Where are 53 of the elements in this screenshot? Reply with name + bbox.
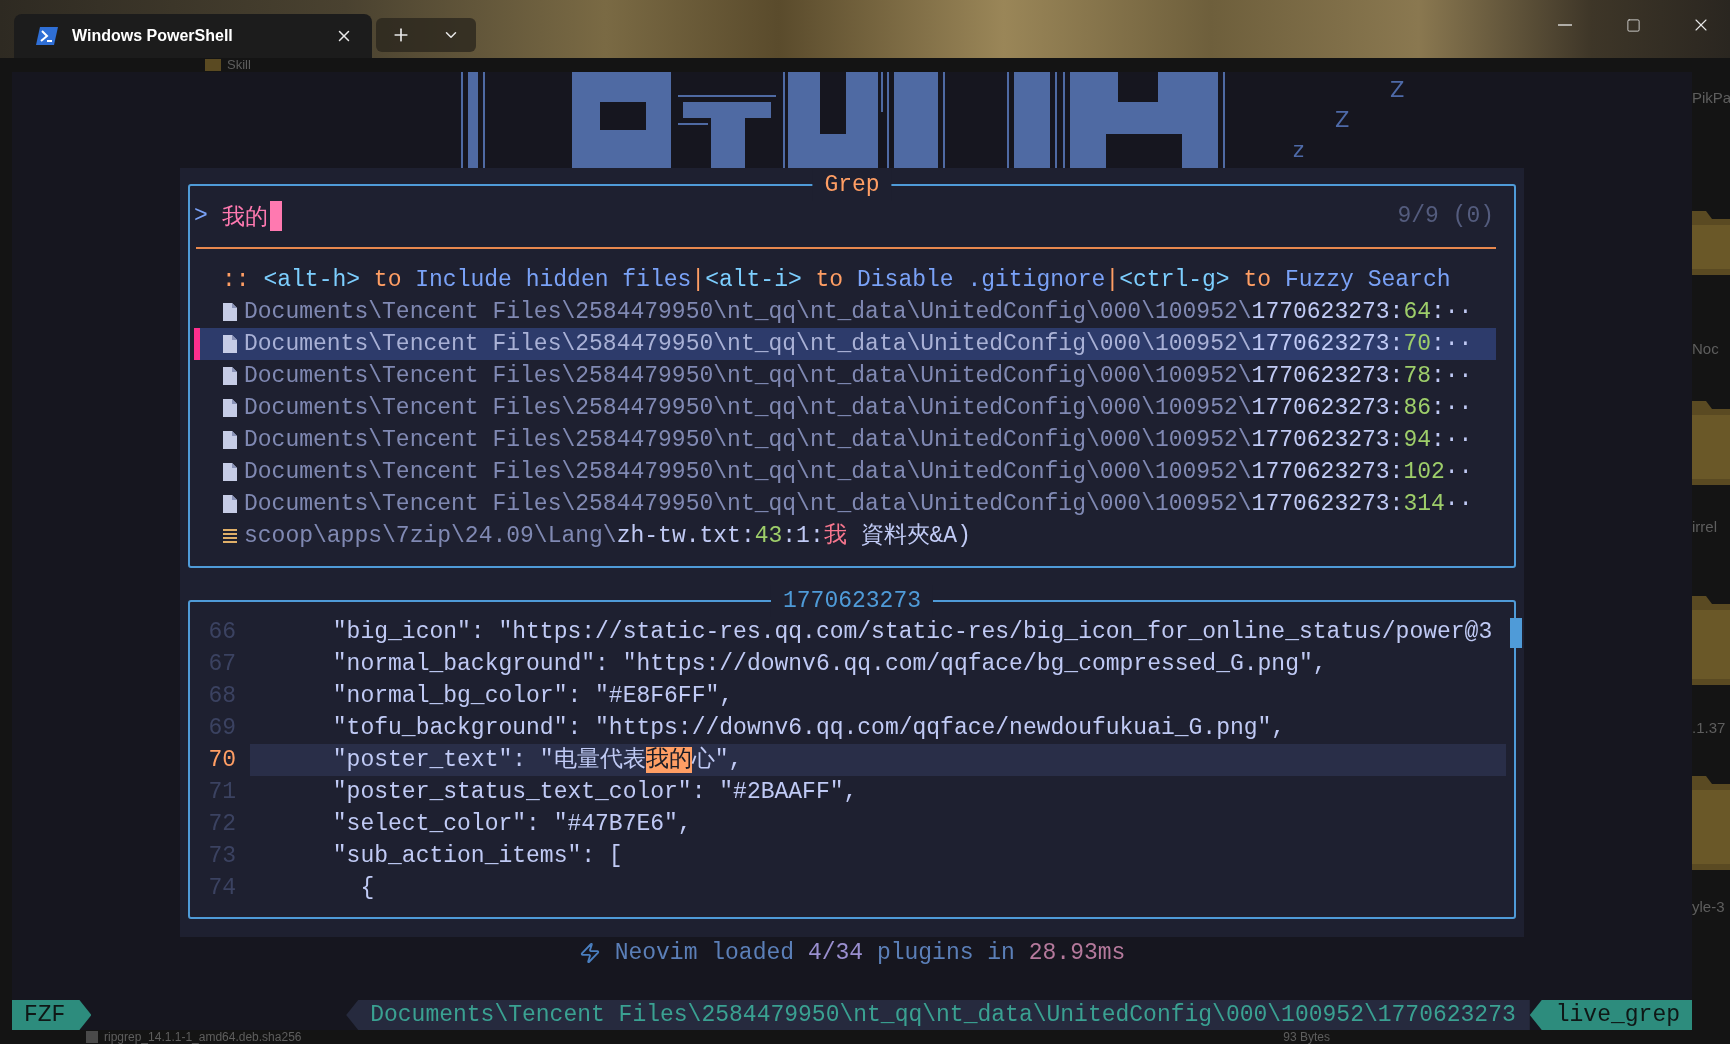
file-label: Skill (227, 58, 251, 72)
folder-icon (205, 59, 221, 71)
code-line: "normal_background": "https://downv6.qq.com/qqface/bg_compressed_G.png", (331, 650, 1328, 679)
scrollbar-thumb[interactable] (1510, 618, 1522, 648)
help-text: :: <alt-h> to Include hidden files|<alt-i> to Disable .gitignore|<ctrl-g> to Fuzzy Search (221, 266, 1452, 295)
file-path: Documents\Tencent Files\2584479950\nt_qq\nt_data\UnitedConfig\000\100952\1770623273 (346, 1000, 1530, 1030)
sleep-mark: Z (1335, 107, 1351, 134)
lines-icon (223, 529, 237, 543)
text-cursor (269, 201, 282, 231)
file-icon (223, 335, 237, 353)
search-query[interactable]: 我的 (221, 200, 268, 232)
file-label: irrel (1692, 517, 1718, 537)
file-icon (223, 399, 237, 417)
maximize-icon (1625, 17, 1641, 33)
file-size: 93 Bytes (1283, 1030, 1330, 1044)
code-line: "poster_status_text_color": "#2BAAFF", (331, 778, 859, 807)
file-label: .1.37 (1692, 718, 1727, 738)
result-item[interactable]: scoop\apps\7zip\24.09\Lang\zh-tw.txt:43:1:我 資料夾&A) (194, 520, 1496, 552)
selection-marker (194, 328, 200, 360)
code-line: "normal_bg_color": "#E8F6FF", (331, 682, 735, 711)
result-item[interactable]: Documents\Tencent Files\2584479950\nt_qq\nt_data\UnitedConfig\000\100952\1770623273:86:·· (194, 392, 1496, 424)
sleep-mark: Z (1390, 77, 1405, 104)
code-line: { (359, 874, 376, 903)
file-label: ripgrep_14.1.1-1_amd64.deb.sha256 (104, 1030, 302, 1044)
code-line: "sub_action_items": [ (331, 842, 624, 871)
result-item[interactable]: Documents\Tencent Files\2584479950\nt_qq\nt_data\UnitedConfig\000\100952\1770623273:102·· (194, 456, 1496, 488)
file-icon (223, 463, 237, 481)
sleep-mark: z (1293, 137, 1306, 164)
result-item[interactable]: Documents\Tencent Files\2584479950\nt_qq\nt_data\UnitedConfig\000\100952\1770623273:94:·· (194, 424, 1496, 456)
result-item[interactable]: Documents\Tencent Files\2584479950\nt_qq\nt_data\UnitedConfig\000\100952\1770623273:64:·· (194, 296, 1496, 328)
file-icon (86, 1031, 98, 1043)
line-number: 70 (207, 746, 236, 775)
file-label: yle-3 (1692, 897, 1726, 917)
code-line: "tofu_background": "https://downv6.qq.com/qqface/newdoufukuai_G.png", (331, 714, 1287, 743)
file-icon (223, 431, 237, 449)
picker-name: live_grep (1529, 1000, 1692, 1030)
file-icon (223, 367, 237, 385)
lightning-icon (578, 942, 601, 964)
match-count: 9/9 (0) (1397, 203, 1494, 229)
terminal-tab[interactable]: Windows PowerShell (14, 14, 372, 58)
result-item[interactable]: Documents\Tencent Files\2584479950\nt_qq\nt_data\UnitedConfig\000\100952\1770623273:314·· (194, 488, 1496, 520)
file-label: Noc (1692, 339, 1720, 359)
code-line: "big_icon": "https://static-res.qq.com/static-res/big_icon_for_online_status/power@3 (331, 618, 1494, 647)
file-icon (223, 495, 237, 513)
file-icon (223, 303, 237, 321)
prompt-symbol: > (194, 203, 208, 229)
result-item[interactable]: Documents\Tencent Files\2584479950\nt_qq\nt_data\UnitedConfig\000\100952\1770623273:78:·· (194, 360, 1496, 392)
terminal-icon (36, 27, 58, 45)
result-item[interactable]: Documents\Tencent Files\2584479950\nt_qq\nt_data\UnitedConfig\000\100952\1770623273:70:·· (194, 328, 1496, 360)
minimize-icon (1558, 24, 1572, 26)
code-line: "select_color": "#47B7E6", (331, 810, 693, 839)
startup-message: Neovim loaded 4/34 plugins in 28.93ms (614, 940, 1126, 966)
mode-indicator: FZF (12, 1000, 92, 1030)
